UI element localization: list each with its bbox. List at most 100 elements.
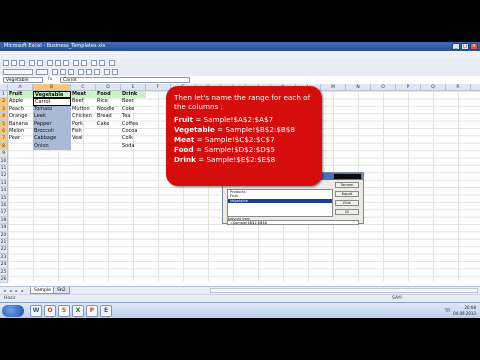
add-button[interactable]: Ekle bbox=[335, 200, 359, 206]
row-header[interactable]: 24 bbox=[0, 261, 8, 269]
row-header[interactable]: 26 bbox=[0, 276, 8, 284]
powerpoint-taskbar-icon[interactable]: P bbox=[86, 305, 98, 317]
cut-icon[interactable] bbox=[47, 60, 53, 66]
name-input[interactable] bbox=[334, 174, 361, 179]
cell-drink[interactable]: Colk bbox=[121, 135, 146, 142]
row-header[interactable]: 7 bbox=[0, 135, 8, 143]
first-sheet-icon[interactable]: ◂ bbox=[2, 288, 7, 293]
row-header[interactable]: 20 bbox=[0, 231, 8, 239]
header-meat[interactable]: Meat bbox=[71, 91, 96, 99]
column-header[interactable]: B bbox=[33, 84, 71, 91]
row-header[interactable]: 19 bbox=[0, 224, 8, 232]
word-taskbar-icon[interactable]: W bbox=[30, 305, 42, 317]
names-list[interactable]: Products Fruit Vegetable bbox=[227, 189, 333, 217]
cell-fruit[interactable]: Apple bbox=[8, 98, 33, 105]
sheet-tab-sample[interactable]: Sample bbox=[30, 287, 55, 294]
row-header[interactable]: 23 bbox=[0, 253, 8, 262]
cell-vegetable[interactable]: Leek bbox=[33, 113, 71, 121]
cell-drink[interactable]: Coke bbox=[121, 106, 146, 113]
delete-button[interactable]: Sil bbox=[335, 209, 359, 215]
row-header[interactable]: 21 bbox=[0, 239, 8, 247]
system-clock[interactable]: 20:08 04.09.2013 bbox=[453, 305, 476, 317]
italic-icon[interactable] bbox=[60, 69, 66, 75]
row-header[interactable]: 25 bbox=[0, 268, 8, 276]
column-header[interactable]: P bbox=[396, 84, 421, 91]
header-fruit[interactable]: Fruit bbox=[8, 91, 33, 99]
column-header[interactable]: M bbox=[321, 84, 346, 91]
cell-drink[interactable]: Tea bbox=[121, 113, 146, 120]
redo-icon[interactable] bbox=[81, 60, 87, 66]
formula-input[interactable]: Carrot bbox=[60, 77, 190, 83]
save-icon[interactable] bbox=[19, 60, 25, 66]
cell-fruit[interactable]: Banana bbox=[8, 121, 33, 128]
cell-fruit[interactable]: Orange bbox=[8, 113, 33, 120]
bold-icon[interactable] bbox=[52, 69, 58, 75]
cell-meat[interactable]: Beef bbox=[71, 98, 96, 105]
names-list-item-selected[interactable]: Vegetable bbox=[228, 198, 332, 203]
select-all-corner[interactable] bbox=[0, 84, 8, 91]
align-right-icon[interactable] bbox=[94, 69, 100, 75]
row-header[interactable]: 15 bbox=[0, 194, 8, 202]
start-button[interactable] bbox=[2, 305, 24, 317]
row-header[interactable]: 17 bbox=[0, 209, 8, 217]
underline-icon[interactable] bbox=[68, 69, 74, 75]
minimize-button[interactable]: _ bbox=[452, 43, 460, 50]
cell-vegetable[interactable]: Broccoli bbox=[33, 128, 71, 136]
cell-drink[interactable]: Cocoa bbox=[121, 128, 146, 135]
explorer-taskbar-icon[interactable]: E bbox=[100, 305, 112, 317]
last-sheet-icon[interactable]: ▸ bbox=[20, 288, 25, 293]
font-select[interactable] bbox=[3, 69, 33, 75]
row-header[interactable]: 13 bbox=[0, 179, 8, 188]
row-header[interactable]: 3 bbox=[0, 105, 8, 114]
cell-fruit[interactable]: Peach bbox=[8, 106, 33, 113]
next-sheet-icon[interactable]: ▸ bbox=[14, 288, 19, 293]
align-left-icon[interactable] bbox=[78, 69, 84, 75]
header-drink[interactable]: Drink bbox=[121, 91, 146, 99]
cell-drink[interactable]: Soda bbox=[121, 143, 146, 150]
cell-vegetable-active[interactable]: Carrot bbox=[33, 98, 71, 106]
language-indicator[interactable]: TR bbox=[445, 308, 450, 313]
horizontal-scrollbar[interactable] bbox=[210, 288, 478, 293]
header-food[interactable]: Food bbox=[96, 91, 121, 99]
header-vegetable[interactable]: Vegetable bbox=[33, 91, 71, 99]
row-header[interactable]: 9 bbox=[0, 150, 8, 158]
browser-taskbar-icon[interactable]: S bbox=[58, 305, 70, 317]
cell-meat[interactable]: Mutton bbox=[71, 106, 96, 113]
chart-icon[interactable] bbox=[109, 60, 115, 66]
column-header[interactable]: D bbox=[96, 84, 121, 91]
new-icon[interactable] bbox=[3, 60, 9, 66]
sum-icon[interactable] bbox=[91, 60, 97, 66]
cell-meat[interactable]: Veal bbox=[71, 135, 96, 142]
cell-meat[interactable]: Pork bbox=[71, 121, 96, 128]
row-header[interactable]: 10 bbox=[0, 157, 8, 165]
row-header[interactable]: 1 bbox=[0, 91, 8, 99]
fill-color-icon[interactable] bbox=[104, 69, 110, 75]
cell-drink[interactable]: Beer bbox=[121, 98, 146, 105]
column-header[interactable]: E bbox=[121, 84, 146, 91]
excel-taskbar-icon[interactable]: X bbox=[72, 305, 84, 317]
column-header[interactable]: O bbox=[371, 84, 396, 91]
cell-fruit[interactable]: Melon bbox=[8, 128, 33, 135]
preview-icon[interactable] bbox=[37, 60, 43, 66]
close-button[interactable]: × bbox=[470, 43, 478, 50]
sheet-tab-2[interactable]: Sh2 bbox=[53, 287, 70, 294]
close-dialog-button[interactable]: Kapat bbox=[335, 191, 359, 197]
row-header[interactable]: 8 bbox=[0, 142, 8, 151]
row-header[interactable]: 12 bbox=[0, 172, 8, 180]
row-header[interactable]: 5 bbox=[0, 120, 8, 128]
row-header[interactable]: 14 bbox=[0, 187, 8, 195]
row-header[interactable]: 18 bbox=[0, 216, 8, 225]
office-taskbar-icon[interactable]: O bbox=[44, 305, 56, 317]
cell-vegetable[interactable]: Cabbage bbox=[33, 135, 71, 143]
cell-food[interactable]: Noodle bbox=[96, 106, 121, 113]
undo-icon[interactable] bbox=[73, 60, 79, 66]
font-size-select[interactable] bbox=[36, 69, 48, 75]
column-header[interactable]: F bbox=[146, 84, 171, 91]
print-icon[interactable] bbox=[29, 60, 35, 66]
ok-button[interactable]: Tamam bbox=[335, 182, 359, 188]
cell-food[interactable]: Cake bbox=[96, 121, 121, 128]
cell-food[interactable]: Rice bbox=[96, 98, 121, 105]
column-header[interactable]: S bbox=[471, 84, 480, 91]
column-header[interactable]: Q bbox=[421, 84, 446, 91]
name-box[interactable]: Vegetable bbox=[3, 77, 43, 83]
